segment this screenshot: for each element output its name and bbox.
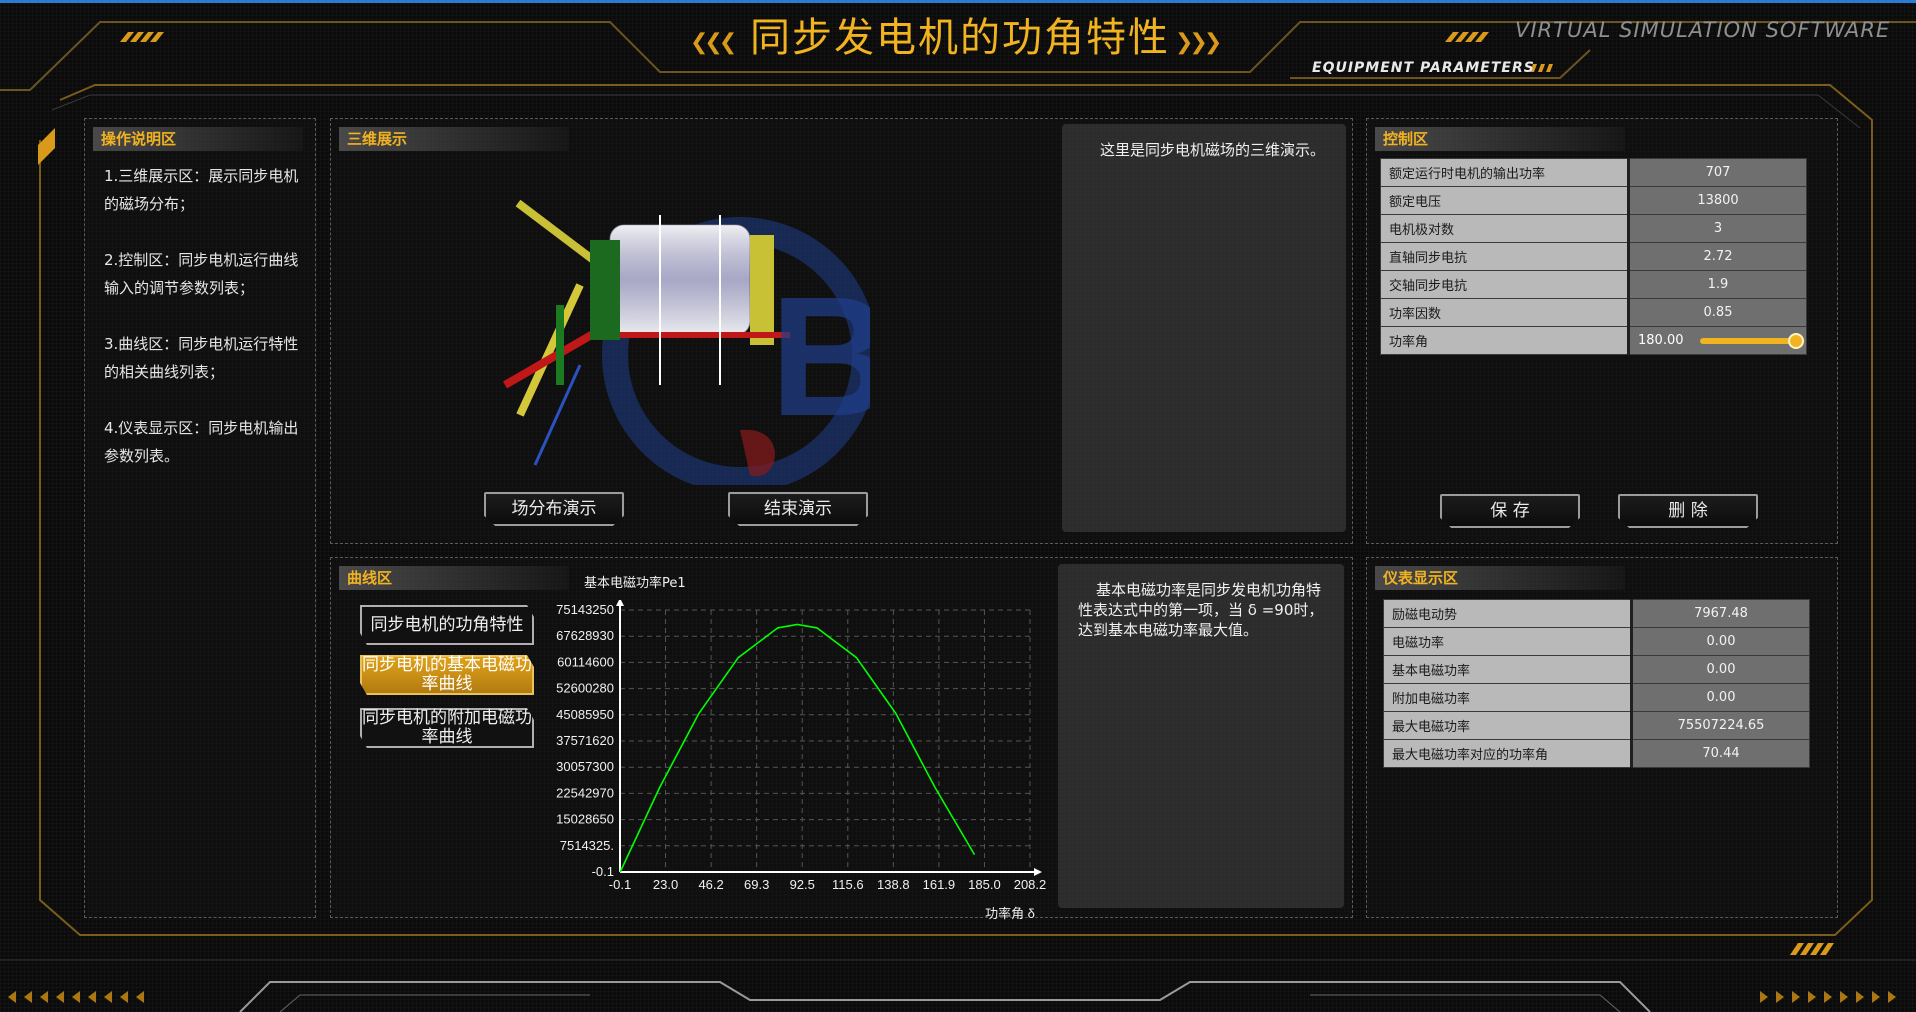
table-row: 功率角 180.00 <box>1380 326 1807 355</box>
meter-value: 0.00 <box>1631 655 1810 684</box>
x-tick-label: 23.0 <box>653 877 678 892</box>
delete-button[interactable]: 删 除 <box>1618 494 1758 528</box>
y-tick-label: -0.1 <box>592 864 614 879</box>
param-value[interactable]: 1.9 <box>1628 270 1807 299</box>
y-tick-label: 75143250 <box>556 602 614 617</box>
end-demo-button[interactable]: 结束演示 <box>728 492 868 526</box>
param-label: 直轴同步电抗 <box>1380 242 1630 271</box>
meter-label: 最大电磁功率 <box>1383 711 1633 740</box>
y-tick-label: 52600280 <box>556 681 614 696</box>
page-title: 同步发电机的功角特性 <box>750 15 1170 61</box>
x-axis-label: 功率角 δ <box>985 906 1035 921</box>
power-chart: -0.1 23.0 46.2 69.3 92.5 115.6 138.8 161.9 185.0… <box>556 600 1047 921</box>
logo-watermark: BR <box>770 262 870 452</box>
title-right-chevrons-icon: ❯❯❯ <box>1175 30 1222 55</box>
param-label: 功率因数 <box>1380 298 1630 327</box>
curve-button-basic-power[interactable]: 同步电机的基本电磁功率曲线 <box>360 655 534 695</box>
table-row: 基本电磁功率 0.00 <box>1383 655 1810 684</box>
x-tick-label: -0.1 <box>609 877 631 892</box>
x-tick-label: 208.2 <box>1014 877 1047 892</box>
view3d-description: 这里是同步电机磁场的三维演示。 <box>1062 124 1346 532</box>
param-label: 电机极对数 <box>1380 214 1630 243</box>
curve-heading: 曲线区 <box>339 566 569 590</box>
power-angle-slider[interactable] <box>1699 332 1804 349</box>
instructions-list: 1.三维展示区：展示同步电机的磁场分布； 2.控制区：同步电机运行曲线输入的调节… <box>104 162 304 498</box>
x-tick-label: 92.5 <box>790 877 815 892</box>
meter-value: 7967.48 <box>1631 599 1810 628</box>
meter-value: 0.00 <box>1631 683 1810 712</box>
instruction-item: 3.曲线区：同步电机运行特性的相关曲线列表； <box>104 335 299 381</box>
meter-label: 基本电磁功率 <box>1383 655 1633 684</box>
power-angle-cell: 180.00 <box>1628 326 1807 355</box>
meter-heading: 仪表显示区 <box>1375 566 1625 590</box>
y-tick-label: 37571620 <box>556 733 614 748</box>
power-angle-label: 功率角 <box>1380 326 1630 355</box>
param-value[interactable]: 0.85 <box>1628 298 1807 327</box>
meter-label: 附加电磁功率 <box>1383 683 1633 712</box>
y-axis-arrow-icon <box>616 600 624 606</box>
meter-value: 0.00 <box>1631 627 1810 656</box>
instructions-heading: 操作说明区 <box>93 127 303 151</box>
x-axis-arrow-icon <box>1034 868 1042 876</box>
x-tick-label: 115.6 <box>832 877 864 892</box>
view3d-heading: 三维展示 <box>339 127 569 151</box>
y-tick-label: 67628930 <box>556 628 614 643</box>
control-params-table: 额定运行时电机的输出功率 707 额定电压 13800 电机极对数 3 直轴同步电抗 2… <box>1380 158 1807 355</box>
curve-button-additional-power[interactable]: 同步电机的附加电磁功率曲线 <box>360 708 534 748</box>
x-tick-label: 185.0 <box>968 877 1001 892</box>
power-angle-value: 180.00 <box>1638 333 1684 348</box>
y-tick-label: 15028650 <box>556 812 614 827</box>
meter-value: 75507224.65 <box>1631 711 1810 740</box>
instruction-item: 4.仪表显示区：同步电机输出参数列表。 <box>104 419 299 465</box>
table-row: 功率因数 0.85 <box>1380 298 1807 327</box>
param-label: 额定运行时电机的输出功率 <box>1380 158 1630 187</box>
param-label: 交轴同步电抗 <box>1380 270 1630 299</box>
param-value[interactable]: 2.72 <box>1628 242 1807 271</box>
param-value[interactable]: 707 <box>1628 158 1807 187</box>
param-label: 额定电压 <box>1380 186 1630 215</box>
curve-description: 基本电磁功率是同步发电机功角特性表达式中的第一项，当 δ =90时，达到基本电磁… <box>1058 564 1344 908</box>
table-row: 励磁电动势 7967.48 <box>1383 599 1810 628</box>
x-tick-label: 161.9 <box>923 877 956 892</box>
table-row: 最大电磁功率 75507224.65 <box>1383 711 1810 740</box>
y-tick-label: 30057300 <box>556 759 614 774</box>
x-tick-label: 138.8 <box>877 877 910 892</box>
table-row: 额定电压 13800 <box>1380 186 1807 215</box>
meter-label: 最大电磁功率对应的功率角 <box>1383 739 1633 768</box>
table-row: 交轴同步电抗 1.9 <box>1380 270 1807 299</box>
save-button[interactable]: 保 存 <box>1440 494 1580 528</box>
y-tick-label: 22542970 <box>556 785 614 800</box>
meter-table: 励磁电动势 7967.48 电磁功率 0.00 基本电磁功率 0.00 附加电磁功率 0… <box>1383 599 1810 768</box>
meter-label: 电磁功率 <box>1383 627 1633 656</box>
table-row: 附加电磁功率 0.00 <box>1383 683 1810 712</box>
series-line-basic-power <box>619 623 976 873</box>
instruction-item: 1.三维展示区：展示同步电机的磁场分布； <box>104 167 299 213</box>
y-tick-label: 45085950 <box>556 707 614 722</box>
field-demo-button[interactable]: 场分布演示 <box>484 492 624 526</box>
table-row: 直轴同步电抗 2.72 <box>1380 242 1807 271</box>
power-angle-slider-handle[interactable] <box>1787 332 1804 349</box>
motor-3d-model[interactable]: BR <box>490 185 870 485</box>
brand-text: VIRTUAL SIMULATION SOFTWARE <box>1515 18 1891 42</box>
y-tick-label: 60114600 <box>557 654 614 669</box>
param-value[interactable]: 13800 <box>1628 186 1807 215</box>
table-row: 电磁功率 0.00 <box>1383 627 1810 656</box>
x-tick-label: 46.2 <box>698 877 723 892</box>
meter-value: 70.44 <box>1631 739 1810 768</box>
param-value[interactable]: 3 <box>1628 214 1807 243</box>
equipment-parameters-label: EQUIPMENT PARAMETERS <box>1312 60 1535 76</box>
instruction-item: 2.控制区：同步电机运行曲线输入的调节参数列表； <box>104 251 299 297</box>
power-angle-slider-fill <box>1699 337 1796 344</box>
table-row: 额定运行时电机的输出功率 707 <box>1380 158 1807 187</box>
y-tick-label: 7514325. <box>560 838 614 853</box>
curve-button-power-angle[interactable]: 同步电机的功角特性 <box>360 605 534 645</box>
meter-label: 励磁电动势 <box>1383 599 1633 628</box>
control-heading: 控制区 <box>1375 127 1625 151</box>
table-row: 电机极对数 3 <box>1380 214 1807 243</box>
x-tick-label: 69.3 <box>744 877 769 892</box>
table-row: 最大电磁功率对应的功率角 70.44 <box>1383 739 1810 768</box>
chart-title: 基本电磁功率Pe1 <box>584 576 686 591</box>
